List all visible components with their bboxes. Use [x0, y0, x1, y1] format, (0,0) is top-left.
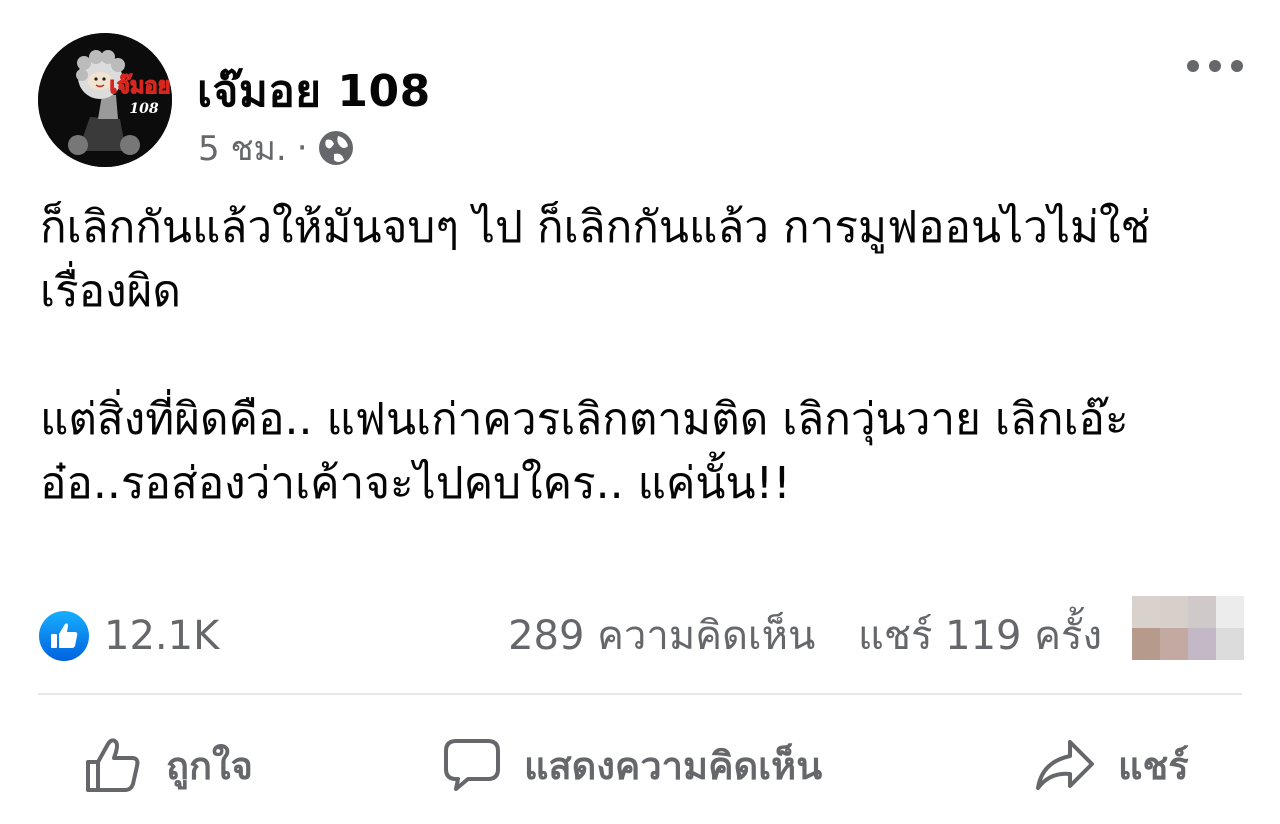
avatar-logo-number: 108 — [129, 101, 158, 117]
post-text-line: ก็เลิกกันแล้วให้มันจบๆ ไป ก็เลิกกันแล้ว … — [40, 202, 1151, 253]
like-label: ถูกใจ — [166, 743, 253, 788]
meta-separator: · — [296, 128, 308, 168]
post-meta: 5 ชม. · — [198, 126, 356, 170]
action-bar: ถูกใจ แสดงความคิดเห็น แชร์ — [0, 720, 1280, 810]
post-text-line: แต่สิ่งที่ผิดคือ.. แฟนเก่าควรเลิกตามติด … — [40, 394, 1129, 445]
post-text-line: เรื่องผิด — [40, 266, 181, 317]
avatar-logo-text: เจ๊มอย — [109, 73, 170, 99]
comment-count[interactable]: 289 ความคิดเห็น — [508, 613, 815, 659]
author-name[interactable]: เจ๊มอย 108 — [197, 56, 431, 126]
post-text-line: อ๋อ..รอส่องว่าเค้าจะไปคบใคร.. แค่นั้น!! — [40, 458, 791, 509]
reactor-avatars[interactable] — [1132, 596, 1244, 660]
thumbs-up-outline-icon — [86, 738, 140, 792]
more-dots-icon — [1187, 60, 1243, 72]
share-label: แชร์ — [1118, 743, 1189, 788]
more-options-button[interactable] — [1180, 46, 1250, 86]
divider — [38, 693, 1242, 695]
post-timestamp[interactable]: 5 ชม. — [198, 121, 287, 175]
facebook-post: เจ๊มอย 108 เจ๊มอย 108 5 ชม. · ก็เลิกกันแ… — [0, 0, 1280, 824]
share-arrow-icon — [1036, 740, 1094, 790]
author-avatar[interactable]: เจ๊มอย 108 — [38, 33, 172, 167]
globe-icon — [316, 128, 356, 168]
reaction-stats: 12.1K 289 ความคิดเห็น แชร์ 119 ครั้ง — [38, 596, 1244, 668]
share-count[interactable]: แชร์ 119 ครั้ง — [858, 613, 1102, 659]
like-button[interactable]: ถูกใจ — [82, 730, 253, 800]
comment-label: แสดงความคิดเห็น — [524, 743, 823, 788]
thumbs-up-badge-icon[interactable] — [38, 610, 90, 662]
post-body: ก็เลิกกันแล้วให้มันจบๆ ไป ก็เลิกกันแล้ว … — [40, 196, 1250, 516]
like-count[interactable]: 12.1K — [104, 610, 219, 662]
speech-bubble-icon — [444, 739, 500, 791]
comment-button[interactable]: แสดงความคิดเห็น — [442, 730, 822, 800]
comment-share-stats: 289 ความคิดเห็น แชร์ 119 ครั้ง — [508, 610, 1102, 662]
share-button[interactable]: แชร์ — [1034, 730, 1189, 800]
